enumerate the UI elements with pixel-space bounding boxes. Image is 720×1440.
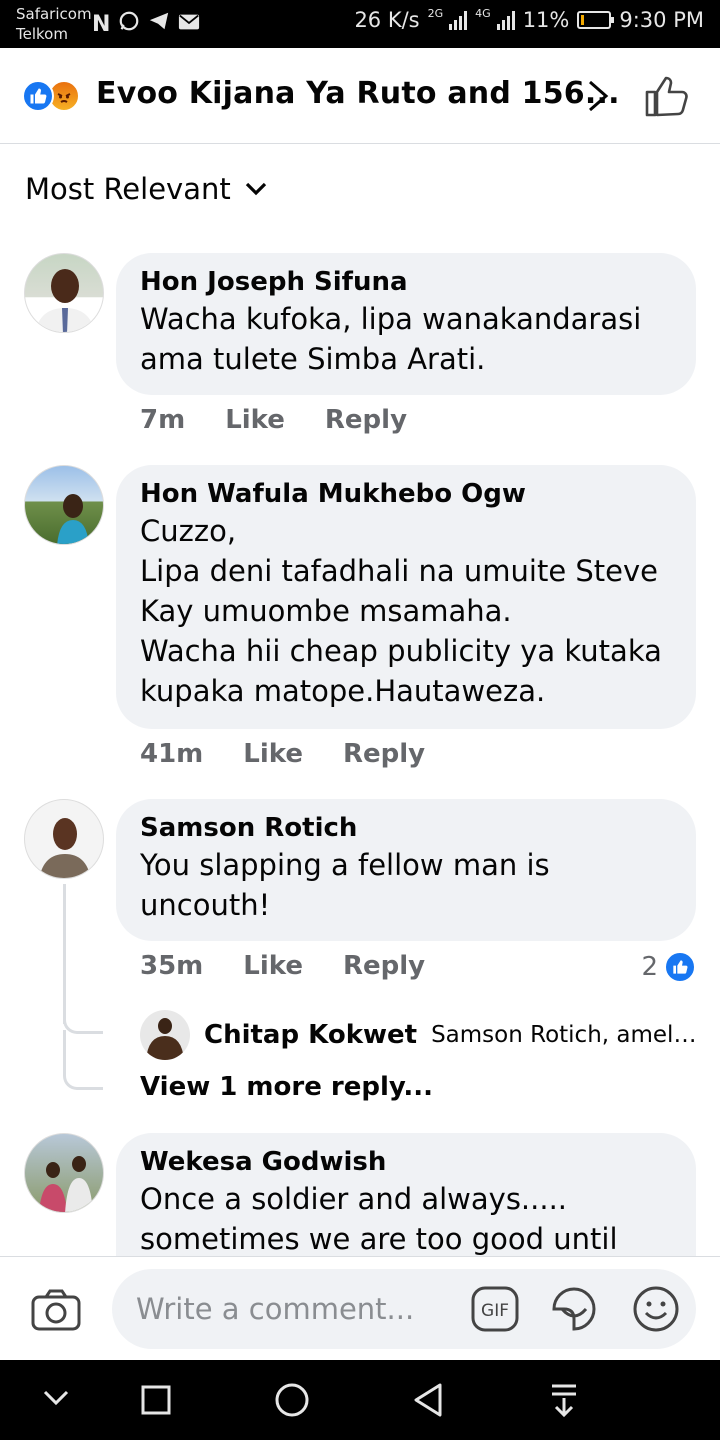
comment-text: Cuzzo, Lipa deni tafadhali na umuite Ste…: [140, 514, 662, 708]
telegram-icon: [148, 10, 170, 40]
like-button[interactable]: Like: [243, 951, 303, 981]
reply-preview[interactable]: Chitap Kokwet Samson Rotich, ameli...: [140, 1010, 700, 1060]
comment-time[interactable]: 7m: [140, 405, 185, 435]
emoji-button[interactable]: [632, 1285, 680, 1337]
view-more-replies-link[interactable]: View 1 more reply...: [140, 1072, 433, 1102]
comment-text: Wacha kufoka, lipa wanakandarasi ama tul…: [140, 302, 642, 376]
sticker-button[interactable]: [548, 1283, 600, 1339]
reactions-header[interactable]: Evoo Kijana Ya Ruto and 156...: [0, 48, 720, 144]
comment-input[interactable]: [136, 1269, 456, 1349]
avatar[interactable]: [24, 253, 104, 333]
thread-connector: [63, 1030, 103, 1090]
comment-author[interactable]: Hon Joseph Sifuna: [140, 265, 672, 299]
gif-label: GIF: [481, 1301, 509, 1321]
chevron-right-icon[interactable]: [584, 78, 612, 118]
recents-icon[interactable]: [141, 1385, 171, 1419]
chevron-down-icon[interactable]: [42, 1388, 70, 1412]
clock: 9:30 PM: [619, 8, 704, 32]
thread-connector: [63, 1000, 103, 1034]
signal-icon: [449, 10, 468, 30]
notification-pull-icon[interactable]: [549, 1382, 579, 1422]
mail-icon: [178, 11, 200, 39]
carrier-2: Telkom: [16, 25, 68, 43]
comment-author[interactable]: Wekesa Godwish: [140, 1145, 672, 1179]
reaction-count[interactable]: 2: [641, 951, 696, 983]
comment-time[interactable]: 35m: [140, 951, 203, 981]
like-button[interactable]: Like: [243, 739, 303, 769]
comment-input-pill: GIF: [112, 1269, 696, 1349]
reply-avatar[interactable]: [140, 1010, 190, 1060]
signal-icon: [496, 10, 515, 30]
notification-icons: N: [92, 10, 200, 40]
avatar[interactable]: [24, 465, 104, 545]
reaction-count-number: 2: [641, 952, 658, 982]
status-bar: Safaricom Telkom N 26 K/s 2G 4G 11% 9:30…: [0, 0, 720, 48]
back-icon[interactable]: [412, 1382, 444, 1422]
comment-text: Once a soldier and always..... sometimes…: [140, 1182, 618, 1256]
avatar[interactable]: [24, 1133, 104, 1213]
status-right: 26 K/s 2G 4G 11% 9:30 PM: [354, 6, 704, 33]
like-post-button[interactable]: [644, 74, 690, 122]
comment-bubble[interactable]: Wekesa Godwish Once a soldier and always…: [116, 1133, 696, 1257]
whatsapp-icon: [118, 10, 140, 40]
comment-bubble[interactable]: Samson Rotich You slapping a fellow man …: [116, 799, 696, 941]
reply-author[interactable]: Chitap Kokwet: [204, 1020, 417, 1050]
system-nav-bar: [0, 1360, 720, 1440]
avatar[interactable]: [24, 799, 104, 879]
comment-actions: 41m Like Reply: [140, 739, 425, 769]
sort-dropdown[interactable]: Most Relevant: [25, 172, 267, 206]
comment-text: You slapping a fellow man is uncouth!: [140, 848, 550, 922]
reply-snippet: Samson Rotich, ameli...: [431, 1022, 700, 1048]
network-type-2: 4G: [475, 6, 491, 20]
chevron-down-icon: [245, 182, 266, 196]
comment-author[interactable]: Hon Wafula Mukhebo Ogw: [140, 477, 672, 511]
comment-actions: 35m Like Reply: [140, 951, 425, 981]
battery-percent: 11%: [522, 8, 570, 32]
reactors-title[interactable]: Evoo Kijana Ya Ruto and 156...: [96, 76, 620, 111]
reply-button[interactable]: Reply: [325, 405, 407, 435]
network-speed: 26 K/s: [354, 8, 420, 32]
reaction-icons: [22, 80, 80, 112]
network-type-1: 2G: [427, 6, 444, 20]
reply-button[interactable]: Reply: [343, 739, 425, 769]
comment-author[interactable]: Samson Rotich: [140, 811, 672, 845]
like-icon: [664, 951, 696, 983]
n-icon: N: [92, 12, 111, 37]
comment-composer: GIF: [0, 1256, 720, 1360]
gif-button[interactable]: GIF: [470, 1285, 520, 1337]
comment-actions: 7m Like Reply: [140, 405, 407, 435]
battery-icon: [577, 11, 615, 29]
carrier-1: Safaricom: [16, 5, 92, 23]
camera-button[interactable]: [30, 1287, 82, 1337]
like-icon: [22, 80, 54, 112]
like-button[interactable]: Like: [225, 405, 285, 435]
sort-label: Most Relevant: [25, 172, 231, 206]
comment-bubble[interactable]: Hon Wafula Mukhebo Ogw Cuzzo, Lipa deni …: [116, 465, 696, 729]
carrier-labels: Safaricom Telkom: [16, 4, 92, 44]
comment-bubble[interactable]: Hon Joseph Sifuna Wacha kufoka, lipa wan…: [116, 253, 696, 395]
reply-button[interactable]: Reply: [343, 951, 425, 981]
comment-time[interactable]: 41m: [140, 739, 203, 769]
home-icon[interactable]: [274, 1382, 310, 1422]
